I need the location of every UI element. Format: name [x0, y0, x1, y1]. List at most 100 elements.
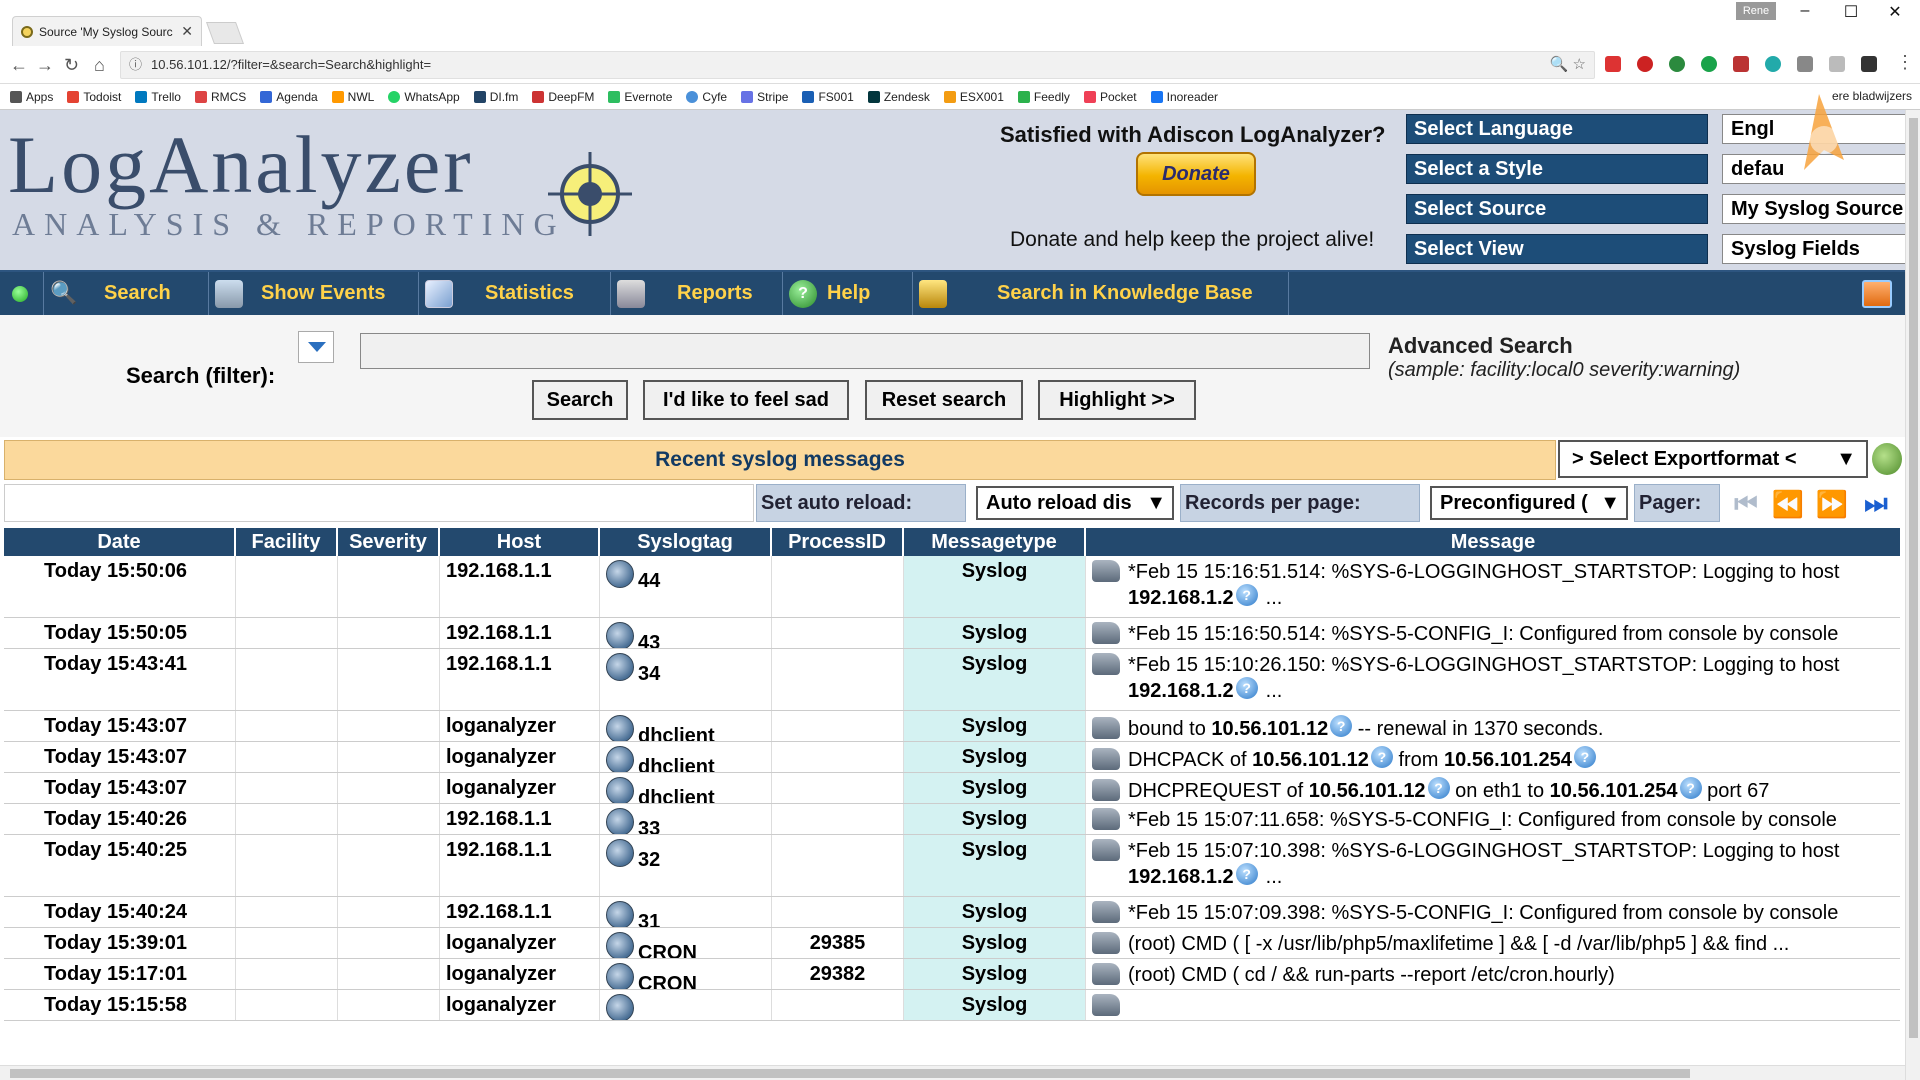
cell-host[interactable]: loganalyzer	[440, 990, 600, 1020]
col-messagetype[interactable]: Messagetype	[904, 528, 1086, 556]
donate-button[interactable]: Donate	[1136, 152, 1256, 196]
syslogtag-icon[interactable]	[606, 622, 634, 648]
message-ip-link[interactable]: 10.56.101.12	[1309, 780, 1426, 802]
last-page-icon[interactable]: ⏭	[1858, 488, 1894, 520]
new-tab-button[interactable]	[205, 22, 245, 44]
syslogtag-icon[interactable]	[606, 808, 634, 834]
scroll-thumb[interactable]	[1909, 118, 1918, 1038]
bookmark-fs001[interactable]: FS001	[802, 90, 854, 104]
bookmark-star-icon[interactable]: 🔍 ☆	[1550, 52, 1586, 78]
logo-title[interactable]: LogAnalyzer	[8, 118, 474, 212]
info-icon[interactable]: ⓘ	[129, 52, 142, 78]
bookmark-feedly[interactable]: Feedly	[1017, 90, 1070, 104]
records-per-page-select[interactable]: Preconfigured ( ▼	[1430, 486, 1628, 520]
syslogtag-icon[interactable]	[606, 777, 634, 803]
url-input[interactable]: ⓘ 10.56.101.12/?filter=&search=Search&hi…	[120, 51, 1595, 79]
previous-page-icon[interactable]: ⏪	[1770, 488, 1806, 520]
lookup-help-icon[interactable]: ?	[1235, 863, 1258, 885]
syslogtag-text[interactable]: 34	[638, 663, 660, 686]
table-row[interactable]: Today 15:43:07 loganalyzer dhclient Syslog b…	[4, 711, 1900, 742]
col-host[interactable]: Host	[440, 528, 600, 556]
bookmark-deepfm[interactable]: DeepFM	[532, 90, 594, 104]
cell-host[interactable]: 192.168.1.1	[440, 649, 600, 710]
message-details-icon[interactable]	[1092, 932, 1120, 954]
highlight-button[interactable]: Highlight >>	[1038, 380, 1196, 420]
cell-host[interactable]: 192.168.1.1	[440, 835, 600, 896]
cell-host[interactable]: 192.168.1.1	[440, 556, 600, 617]
syslogtag-icon[interactable]	[606, 746, 634, 772]
syslogtag-text[interactable]: 44	[638, 570, 660, 593]
col-processid[interactable]: ProcessID	[772, 528, 904, 556]
message-ip-link[interactable]: 10.56.101.12	[1211, 718, 1328, 740]
table-row[interactable]: Today 15:40:26 192.168.1.1 33 Syslog *Feb 15…	[4, 804, 1900, 835]
lookup-help-icon[interactable]: ?	[1427, 777, 1450, 799]
advanced-search-link[interactable]: Advanced Search	[1388, 333, 1573, 359]
bookmark-esx001[interactable]: ESX001	[943, 90, 1004, 104]
grammarly-icon[interactable]	[1701, 56, 1717, 72]
profile-badge[interactable]: Rene	[1736, 2, 1776, 20]
search-input[interactable]	[360, 333, 1370, 369]
cell-host[interactable]: 192.168.1.1	[440, 897, 600, 927]
bookmark-evernote[interactable]: Evernote	[608, 90, 672, 104]
message-ip-link[interactable]: 192.168.1.2	[1128, 866, 1234, 888]
bookmark-nwl[interactable]: NWL	[331, 90, 374, 104]
first-page-icon[interactable]: ⏮	[1728, 488, 1764, 520]
message-details-icon[interactable]	[1092, 963, 1120, 985]
view-select[interactable]: Syslog Fields	[1722, 234, 1905, 264]
syslogtag-text[interactable]: dhclient	[638, 756, 715, 772]
message-ip-link[interactable]: 10.56.101.12	[1252, 749, 1369, 771]
extension-icon[interactable]	[1669, 56, 1685, 72]
table-row[interactable]: Today 15:50:06 192.168.1.1 44 Syslog *Feb 15…	[4, 556, 1900, 618]
table-row[interactable]: Today 15:43:07 loganalyzer dhclient Syslog D…	[4, 742, 1900, 773]
syslogtag-text[interactable]: dhclient	[638, 787, 715, 803]
message-details-icon[interactable]	[1092, 994, 1120, 1016]
scroll-thumb[interactable]	[10, 1069, 1690, 1078]
browser-tab[interactable]: Source 'My Syslog Sourc ✕	[12, 16, 202, 46]
back-icon[interactable]: ←	[10, 55, 28, 76]
tab-close-icon[interactable]: ✕	[181, 23, 193, 40]
syslogtag-icon[interactable]	[606, 653, 634, 681]
reload-icon[interactable]: ↻	[64, 55, 79, 76]
message-details-icon[interactable]	[1092, 839, 1120, 861]
extension-icon[interactable]	[1733, 56, 1749, 72]
close-window-icon[interactable]: ✕	[1872, 2, 1918, 22]
table-row[interactable]: Today 15:50:05 192.168.1.1 43 Syslog *Feb 15…	[4, 618, 1900, 649]
menu-show-events[interactable]: Show Events	[209, 272, 419, 315]
col-severity[interactable]: Severity	[338, 528, 440, 556]
vertical-scrollbar[interactable]	[1905, 110, 1920, 1080]
col-date[interactable]: Date	[4, 528, 236, 556]
syslogtag-text[interactable]: CRON	[638, 973, 697, 989]
adblock-icon[interactable]	[1637, 56, 1653, 72]
syslogtag-icon[interactable]	[606, 963, 634, 989]
feel-sad-button[interactable]: I'd like to feel sad	[643, 380, 849, 420]
cast-icon[interactable]	[1797, 56, 1813, 72]
bookmark-stripe[interactable]: Stripe	[741, 90, 788, 104]
horizontal-scrollbar[interactable]	[0, 1065, 1905, 1080]
lookup-help-icon[interactable]: ?	[1330, 715, 1353, 737]
message-ip-link[interactable]: 10.56.101.254	[1444, 749, 1572, 771]
menu-knowledge-base[interactable]: Search in Knowledge Base	[913, 272, 1289, 315]
lookup-help-icon[interactable]: ?	[1679, 777, 1702, 799]
message-details-icon[interactable]	[1092, 808, 1120, 830]
maximize-view-icon[interactable]	[1862, 280, 1892, 308]
lookup-help-icon[interactable]: ?	[1573, 746, 1596, 768]
message-details-icon[interactable]	[1092, 622, 1120, 644]
message-ip-link[interactable]: 192.168.1.2	[1128, 680, 1234, 702]
syslogtag-icon[interactable]	[606, 901, 634, 927]
menu-reports[interactable]: Reports	[611, 272, 783, 315]
syslogtag-text[interactable]: 33	[638, 818, 660, 834]
lookup-help-icon[interactable]: ?	[1235, 677, 1258, 699]
syslogtag-text[interactable]: 31	[638, 911, 660, 927]
syslogtag-text[interactable]: 32	[638, 849, 660, 872]
menu-statistics[interactable]: Statistics	[419, 272, 611, 315]
table-row[interactable]: Today 15:43:07 loganalyzer dhclient Syslog D…	[4, 773, 1900, 804]
bookmark-apps[interactable]: Apps	[10, 90, 53, 104]
bookmark-rmcs[interactable]: RMCS	[194, 90, 246, 104]
extension-icon[interactable]	[1829, 56, 1845, 72]
syslogtag-text[interactable]: 43	[638, 632, 660, 648]
search-button[interactable]: Search	[532, 380, 628, 420]
maximize-icon[interactable]: ☐	[1828, 2, 1874, 22]
cell-host[interactable]: 192.168.1.1	[440, 804, 600, 834]
menu-help[interactable]: ? Help	[783, 272, 913, 315]
pocket-icon[interactable]	[1861, 56, 1877, 72]
